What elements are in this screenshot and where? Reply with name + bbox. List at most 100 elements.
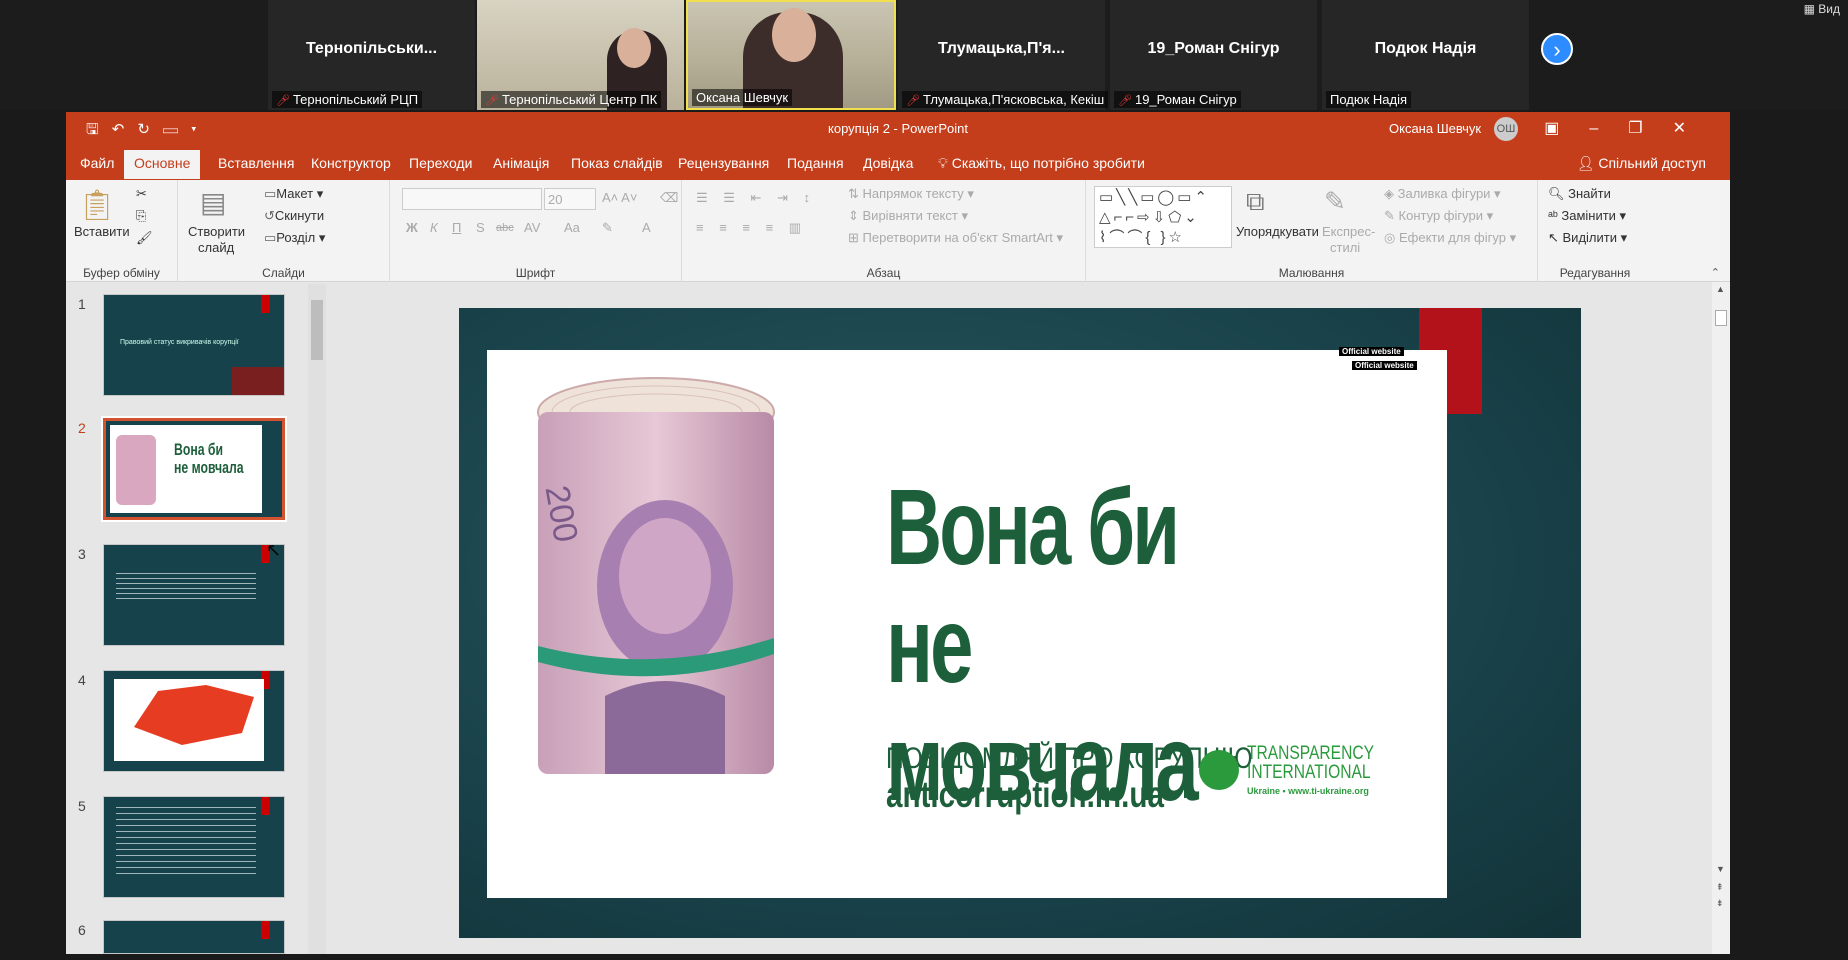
tab-view[interactable]: Подання: [787, 155, 844, 171]
text-direction-button[interactable]: ⇅ Напрямок тексту ▾: [848, 186, 974, 202]
next-slide-icon[interactable]: ⇟: [1716, 898, 1724, 909]
arrange-button[interactable]: Упорядкувати: [1236, 224, 1319, 239]
format-painter-icon[interactable]: 🖌︎: [136, 230, 153, 246]
shape-outline-button[interactable]: ✎ Контур фігури ▾: [1384, 208, 1493, 224]
share-button[interactable]: 👤︎ Спільний доступ: [1577, 155, 1706, 172]
transparency-logo-icon: [1199, 750, 1239, 790]
restore-icon[interactable]: ❐: [1628, 120, 1672, 137]
user-name: Оксана Шевчук: [1389, 121, 1482, 136]
highlight-icon[interactable]: ✎: [602, 220, 613, 236]
bold-button[interactable]: Ж: [406, 220, 418, 235]
slide-thumbnail[interactable]: [103, 920, 285, 954]
pointer-icon: ↖: [1548, 230, 1563, 245]
new-slide-button[interactable]: Створити: [188, 224, 245, 239]
font-name-select[interactable]: [402, 188, 542, 210]
official-website-tag: Official website: [1352, 361, 1417, 370]
slide-number: 5: [78, 798, 86, 814]
shape-effects-button[interactable]: ◎ Ефекти для фігур ▾: [1384, 230, 1516, 246]
official-website-tag: Official website: [1339, 347, 1404, 356]
tab-slideshow[interactable]: Показ слайдів: [571, 155, 663, 171]
copy-icon[interactable]: ⎘: [136, 208, 146, 224]
strikethrough-button[interactable]: abc: [496, 222, 514, 234]
person-icon: 👤︎: [1576, 155, 1599, 171]
replace-button[interactable]: ᵃᵇ Замінити ▾: [1548, 208, 1626, 224]
slide-scrollbar[interactable]: ▲ ▼ ⇞ ⇟: [1712, 282, 1730, 954]
view-button[interactable]: ▦ Вид: [1796, 0, 1848, 18]
minimize-icon[interactable]: –: [1589, 120, 1628, 137]
slide-thumbnail[interactable]: [103, 544, 285, 646]
tab-animations[interactable]: Анімація: [493, 155, 549, 171]
chevron-right-icon: ›: [1553, 37, 1561, 62]
slide-thumbnail-selected[interactable]: Вона би не мовчала: [101, 416, 287, 522]
paste-button[interactable]: Вставити: [74, 224, 130, 239]
layout-button[interactable]: ▭ Макет ▾: [264, 186, 323, 202]
char-spacing-button[interactable]: AV: [524, 220, 540, 235]
grid-icon: ▦: [1803, 2, 1819, 16]
collapse-ribbon-icon[interactable]: ⌃: [1711, 266, 1720, 279]
scroll-down-icon[interactable]: ▼: [1716, 864, 1725, 874]
slide-thumbnail-text: Правовий статус викривачів корупції: [120, 339, 239, 346]
group-label: Слайди: [262, 266, 305, 280]
slide-thumbnail[interactable]: [103, 670, 285, 772]
smartart-button[interactable]: ⊞ Перетворити на об'єкт SmartArt ▾: [848, 230, 1063, 246]
italic-button[interactable]: К: [430, 220, 438, 235]
clear-format-icon[interactable]: ⌫: [660, 190, 678, 206]
shadow-button[interactable]: S: [476, 220, 485, 235]
list-icons[interactable]: ☰ ☰ ⇤ ⇥ ↕: [696, 190, 816, 206]
group-paragraph: ☰ ☰ ⇤ ⇥ ↕ ≡ ≡ ≡ ≡ ▥ ⇅ Напрямок тексту ▾ …: [682, 180, 1086, 282]
tab-file[interactable]: Файл: [80, 155, 114, 171]
font-size-select[interactable]: 20: [544, 188, 596, 210]
find-button[interactable]: 🔍︎ Знайти: [1548, 186, 1611, 202]
ribbon-display-icon[interactable]: ▣: [1544, 120, 1589, 137]
thumbnails-scrollbar[interactable]: [308, 284, 326, 954]
tab-review[interactable]: Рецензування: [678, 155, 769, 171]
participant-tile[interactable]: Тернопільськи... 🎤︎ Тернопільський РЦП: [268, 0, 475, 110]
group-label: Малювання: [1278, 266, 1345, 280]
previous-slide-icon[interactable]: ⇞: [1716, 882, 1724, 893]
align-text-button[interactable]: ⇕ Вирівняти текст ▾: [848, 208, 968, 224]
section-button[interactable]: ▭ Розділ ▾: [264, 230, 325, 246]
quick-styles-button[interactable]: Експрес-: [1322, 224, 1375, 239]
tab-insert[interactable]: Вставлення: [218, 155, 295, 171]
group-clipboard: 📋︎ Вставити ✂ ⎘ 🖌︎ Буфер обміну: [66, 180, 178, 282]
tab-help[interactable]: Довідка: [863, 155, 913, 171]
banknote-roll-image: 200: [535, 376, 778, 794]
group-drawing: ▭╲╲▭◯▭⌃ △⌐⌐⇨⇩⬠⌄ ⌇⌒⌒{ }☆ ⧉ Упорядкувати ✎ Е…: [1086, 180, 1538, 282]
tell-me-search[interactable]: 💡︎ Скажіть, що потрібно зробити: [938, 155, 1145, 172]
tab-home[interactable]: Основне: [124, 150, 201, 179]
participant-video-tile[interactable]: 🎤︎ Тернопільський Центр ПК: [477, 0, 684, 110]
ribbon: 📋︎ Вставити ✂ ⎘ 🖌︎ Буфер обміну ▤ Створи…: [66, 180, 1730, 282]
participant-name: Тлумацька,П'я...: [938, 40, 1065, 57]
select-button[interactable]: ↖ Виділити ▾: [1548, 230, 1627, 246]
slide-number: 6: [78, 922, 86, 938]
participant-tile[interactable]: Тлумацька,П'я... 🎤︎ Тлумацька,П'ясковська…: [898, 0, 1109, 110]
slide-number: 2: [78, 420, 86, 436]
poster-image[interactable]: 200 Вона би не мовчала ПОВІДОМЛЯЙ ПРО КО…: [487, 350, 1447, 898]
font-color-button[interactable]: A: [642, 220, 651, 235]
participant-video-tile-active[interactable]: Оксана Шевчук: [686, 0, 896, 110]
divider: [1184, 748, 1186, 798]
align-icons[interactable]: ≡ ≡ ≡ ≡ ▥: [696, 220, 807, 236]
quick-styles-label: стилі: [1330, 240, 1361, 255]
scroll-up-icon[interactable]: ▲: [1716, 284, 1725, 294]
cut-icon[interactable]: ✂: [136, 186, 147, 202]
shapes-gallery[interactable]: ▭╲╲▭◯▭⌃ △⌐⌐⇨⇩⬠⌄ ⌇⌒⌒{ }☆: [1094, 186, 1232, 248]
tab-design[interactable]: Конструктор: [311, 155, 391, 171]
close-icon[interactable]: ✕: [1673, 120, 1716, 137]
participant-tile[interactable]: Подюк Надія Подюк Надія: [1322, 0, 1529, 110]
website-text: anticorruption.in.ua: [886, 774, 1164, 815]
change-case-button[interactable]: Aa: [564, 220, 580, 235]
shape-fill-button[interactable]: ◈ Заливка фігури ▾: [1384, 186, 1501, 202]
next-page-button[interactable]: ›: [1541, 33, 1573, 65]
slide-thumbnails-pane: 1 Правовий статус викривачів корупції 2 …: [66, 282, 306, 954]
grow-font-icon[interactable]: A˄ A˅: [602, 190, 637, 205]
reset-button[interactable]: ↺ Скинути: [264, 208, 324, 224]
underline-button[interactable]: П: [452, 220, 461, 235]
tab-transitions[interactable]: Переходи: [409, 155, 472, 171]
slide-thumbnail[interactable]: Правовий статус викривачів корупції: [103, 294, 285, 396]
participant-tile[interactable]: 19_Роман Снігур 🎤︎ 19_Роман Снігур: [1110, 0, 1317, 110]
slide-thumbnail[interactable]: [103, 796, 285, 898]
participant-name: Подюк Надія: [1374, 40, 1477, 57]
align-text-icon: ⇕: [848, 208, 863, 223]
avatar[interactable]: ОШ: [1494, 117, 1518, 141]
